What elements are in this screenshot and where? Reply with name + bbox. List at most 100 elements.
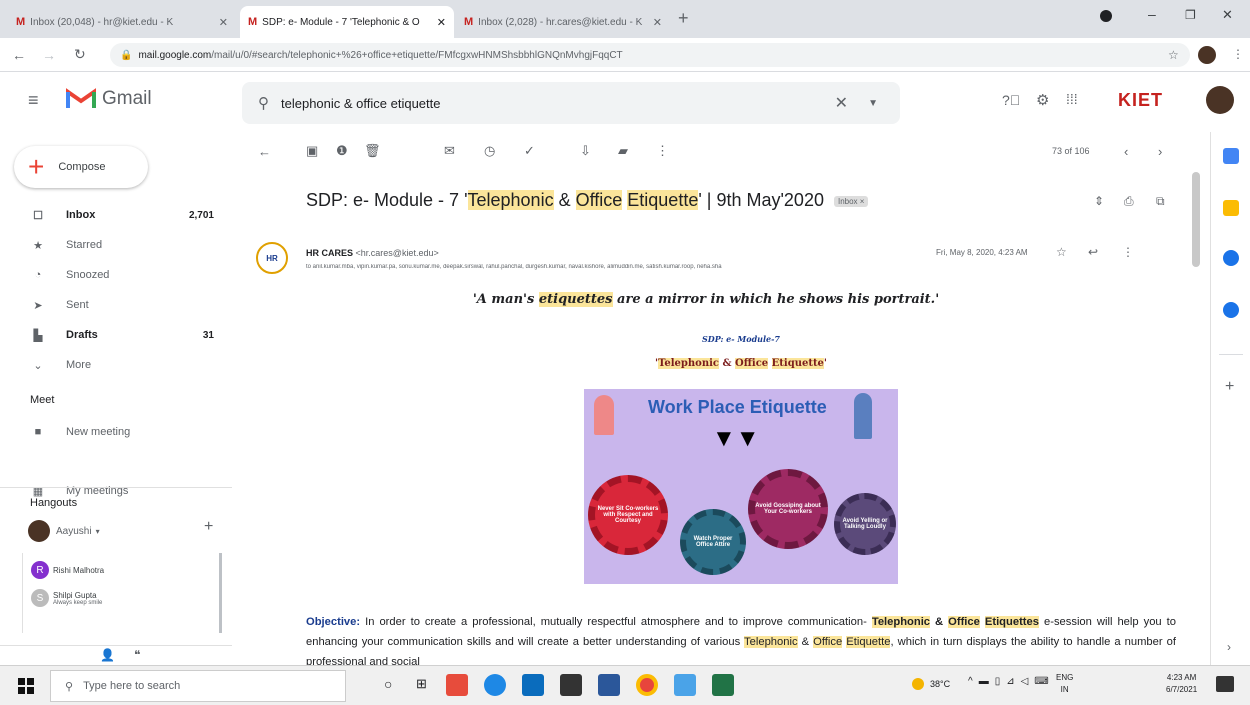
browser-menu-icon[interactable]: ⋮ xyxy=(1232,47,1244,61)
new-tab-icon[interactable]: + xyxy=(678,8,689,29)
compose-button[interactable]: + Compose xyxy=(14,146,148,188)
contact-item[interactable]: R Rishi Malhotra xyxy=(31,561,104,579)
office-icon[interactable] xyxy=(446,674,468,696)
close-tab-icon[interactable]: ✕ xyxy=(647,16,662,29)
search-icon[interactable]: ⚲ xyxy=(258,94,269,112)
account-avatar[interactable] xyxy=(1206,86,1234,114)
help-icon[interactable]: ?⃝ xyxy=(1002,92,1020,108)
report-spam-icon[interactable]: ❶ xyxy=(336,143,348,159)
label-icon[interactable]: ▰ xyxy=(618,143,628,159)
file-explorer-icon[interactable] xyxy=(674,674,696,696)
profile-record-icon[interactable] xyxy=(1100,10,1112,22)
language-indicator[interactable]: ENG IN xyxy=(1056,672,1073,696)
kiet-logo[interactable]: KIET xyxy=(1118,90,1163,111)
excel-icon[interactable] xyxy=(712,674,734,696)
more-icon[interactable]: ⋮ xyxy=(656,143,669,159)
minimize-icon[interactable]: – xyxy=(1148,6,1156,22)
mail-icon[interactable] xyxy=(522,674,544,696)
close-tab-icon[interactable]: ✕ xyxy=(431,16,446,29)
mark-unread-icon[interactable]: ✉ xyxy=(444,143,455,159)
star-icon[interactable]: ☆ xyxy=(1056,245,1067,259)
tasks-icon[interactable] xyxy=(1223,250,1239,266)
add-hangout-icon[interactable]: + xyxy=(204,518,213,536)
calendar-icon[interactable] xyxy=(1223,148,1239,164)
avatar[interactable] xyxy=(1198,46,1216,64)
sender-name[interactable]: HR CARES xyxy=(306,248,353,258)
contact-item[interactable]: S Shilpi Gupta Always keep smile xyxy=(31,589,102,607)
taskbar-search[interactable]: ⚲ Type here to search xyxy=(50,670,346,702)
close-window-icon[interactable]: ✕ xyxy=(1222,7,1233,23)
cortana-icon[interactable]: ○ xyxy=(384,676,392,692)
sidebar-item-drafts[interactable]: ▙ Drafts 31 xyxy=(0,320,232,350)
body-text: & xyxy=(930,616,949,628)
open-new-window-icon[interactable]: ⧉ xyxy=(1156,194,1165,209)
restore-icon[interactable]: ❐ xyxy=(1185,8,1196,22)
archive-icon[interactable]: ▣ xyxy=(306,143,318,159)
forward-arrow-icon[interactable]: → xyxy=(42,47,56,63)
new-meeting-item[interactable]: ■ New meeting xyxy=(0,417,232,447)
recipients-line[interactable]: to anil.kumar.mba, vipin.kumar.pa, sonu.… xyxy=(306,264,1106,270)
sidebar-item-more[interactable]: ⌄ More xyxy=(0,350,232,380)
weather-widget[interactable]: 38°C xyxy=(912,678,950,690)
word-icon[interactable] xyxy=(598,674,620,696)
settings-gear-icon[interactable]: ⚙ xyxy=(1036,91,1049,109)
keep-icon[interactable] xyxy=(1223,200,1239,216)
windows-start-icon[interactable] xyxy=(18,678,34,694)
task-view-icon[interactable]: ⊞ xyxy=(416,676,427,692)
delete-icon[interactable]: 🗑 xyxy=(364,143,381,159)
snooze-icon[interactable]: ◷ xyxy=(484,143,495,159)
hangouts-user-name: Aayushi xyxy=(56,525,92,537)
add-addon-icon[interactable]: + xyxy=(1225,378,1234,396)
search-input[interactable]: telephonic & office etiquette xyxy=(281,96,441,111)
edge-icon[interactable] xyxy=(484,674,506,696)
add-task-icon[interactable]: ✓ xyxy=(524,143,535,159)
hangouts-heading: Hangouts xyxy=(30,497,78,509)
sidebar-item-inbox[interactable]: ☐ Inbox 2,701 xyxy=(0,200,232,230)
workplace-etiquette-poster[interactable]: Work Place Etiquette ▼▼ Never Sit Co-wor… xyxy=(584,389,898,584)
more-options-icon[interactable]: ⋮ xyxy=(1122,245,1134,259)
email-view: ← ▣ ❶ 🗑 ✉ ◷ ✓ ⇩ ▰ ⋮ 73 of 106 ‹ › SDP: e… xyxy=(246,132,1206,665)
notifications-icon[interactable] xyxy=(1216,676,1234,692)
contact-name: Shilpi Gupta xyxy=(53,590,97,600)
clear-search-icon[interactable]: ✕ xyxy=(835,93,848,113)
chevron-down-icon: ⌄ xyxy=(33,359,43,372)
clock[interactable]: 4:23 AM 6/7/2021 xyxy=(1166,672,1197,696)
scrollbar[interactable] xyxy=(219,553,222,633)
chrome-icon[interactable] xyxy=(636,674,658,696)
system-tray-icons[interactable]: ^▬▯⊿◁⌨ xyxy=(968,676,1055,687)
gmail-wordmark: Gmail xyxy=(102,88,152,109)
gmail-logo[interactable]: Gmail xyxy=(66,88,152,110)
chat-quote-icon[interactable]: ❝ xyxy=(134,648,140,662)
bookmark-star-icon[interactable]: ☆ xyxy=(1168,48,1179,62)
back-to-search-icon[interactable]: ← xyxy=(258,144,271,159)
hangouts-user[interactable]: Aayushi ▾ xyxy=(28,520,100,542)
contacts-icon[interactable] xyxy=(1223,302,1239,318)
apps-grid-icon[interactable]: ⁞⁞⁞ xyxy=(1066,91,1078,107)
print-icon[interactable]: ⎙ xyxy=(1124,194,1134,209)
search-options-icon[interactable]: ▼ xyxy=(868,98,878,109)
scrollbar[interactable] xyxy=(1192,172,1200,267)
browser-tab-2[interactable]: M SDP: e- Module - 7 'Telephonic & O ✕ xyxy=(240,6,454,38)
back-arrow-icon[interactable]: ← xyxy=(12,47,26,63)
older-icon[interactable]: › xyxy=(1158,144,1162,159)
tab-title: Inbox (2,028) - hr.cares@kiet.edu - K xyxy=(478,16,643,28)
sidebar-item-sent[interactable]: ➤ Sent xyxy=(0,290,232,320)
inbox-label-chip[interactable]: Inbox × xyxy=(833,195,869,207)
url-field[interactable]: 🔒 mail.google.com/mail/u/0/#search/teleph… xyxy=(110,43,1190,67)
video-camera-icon: ■ xyxy=(34,426,42,438)
browser-tab-3[interactable]: M Inbox (2,028) - hr.cares@kiet.edu - K ✕ xyxy=(456,6,670,38)
sidebar-item-snoozed[interactable]: ◔ Snoozed xyxy=(0,260,232,290)
browser-tab-1[interactable]: M Inbox (20,048) - hr@kiet.edu - K ✕ xyxy=(8,6,236,38)
sidebar-item-starred[interactable]: ★ Starred xyxy=(0,230,232,260)
main-menu-icon[interactable]: ≡ xyxy=(28,90,39,111)
reply-icon[interactable]: ↩ xyxy=(1088,245,1098,259)
store-icon[interactable] xyxy=(560,674,582,696)
expand-all-icon[interactable]: ⇕ xyxy=(1094,194,1104,208)
close-tab-icon[interactable]: ✕ xyxy=(213,16,228,29)
expand-panel-icon[interactable]: › xyxy=(1227,640,1231,654)
person-icon[interactable]: 👤 xyxy=(100,648,115,662)
reload-icon[interactable]: ↻ xyxy=(74,46,86,63)
search-bar[interactable]: ⚲ telephonic & office etiquette ✕ ▼ xyxy=(242,82,900,124)
move-to-icon[interactable]: ⇩ xyxy=(580,143,591,159)
newer-icon[interactable]: ‹ xyxy=(1124,144,1128,159)
